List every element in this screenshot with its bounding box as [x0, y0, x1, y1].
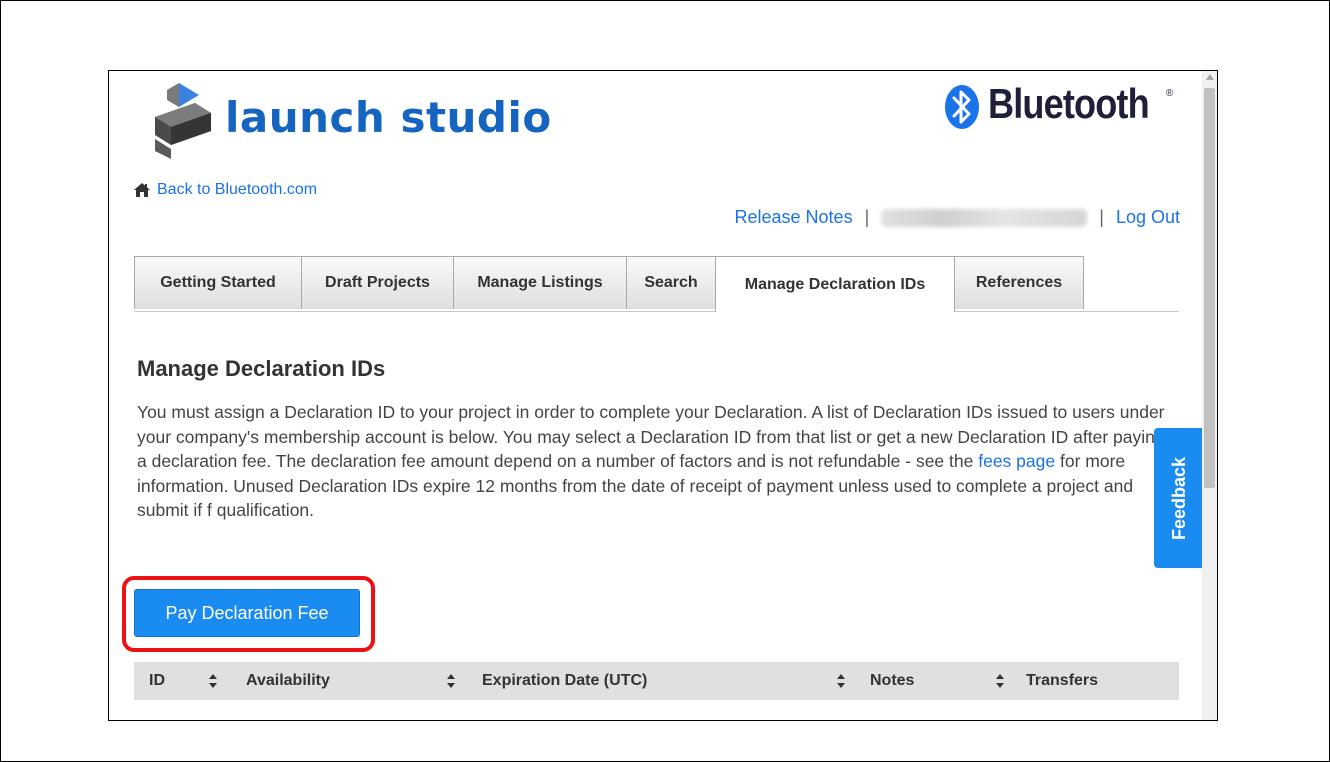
tab-draft-projects[interactable]: Draft Projects: [301, 256, 454, 309]
page-title: Manage Declaration IDs: [137, 356, 386, 381]
launch-studio-logo-icon: [155, 83, 211, 159]
release-notes-link[interactable]: Release Notes: [735, 207, 853, 228]
declaration-description: You must assign a Declaration ID to your…: [137, 400, 1167, 523]
screenshot-frame: launch studio Bluetooth ® Back to Blueto…: [0, 0, 1330, 762]
column-header-availability[interactable]: Availability: [246, 662, 330, 700]
column-header-transfers[interactable]: Transfers: [1026, 662, 1098, 700]
home-icon: [134, 183, 150, 197]
tab-search[interactable]: Search: [626, 256, 716, 309]
column-header-expiration-date[interactable]: Expiration Date (UTC): [482, 662, 647, 700]
declaration-table-header: ID Availability Expiration Date (UTC) No…: [134, 662, 1179, 700]
launch-studio-wordmark: launch studio: [225, 93, 552, 142]
feedback-label: Feedback: [1169, 456, 1190, 540]
feedback-button[interactable]: Feedback: [1154, 428, 1206, 568]
sort-icon[interactable]: [996, 674, 1004, 688]
sort-icon[interactable]: [209, 674, 217, 688]
scrollbar-thumb[interactable]: [1204, 88, 1215, 488]
account-links: Release Notes | | Log Out: [735, 207, 1181, 228]
tab-getting-started[interactable]: Getting Started: [134, 256, 302, 309]
tab-manage-listings[interactable]: Manage Listings: [453, 256, 627, 309]
vertical-scrollbar[interactable]: [1202, 71, 1217, 720]
back-to-bluetooth-link[interactable]: Back to Bluetooth.com: [133, 181, 317, 199]
tab-references[interactable]: References: [954, 256, 1084, 309]
registered-mark: ®: [1166, 88, 1174, 99]
link-separator: |: [864, 207, 870, 227]
main-tabs: Getting Started Draft Projects Manage Li…: [134, 256, 1179, 312]
tab-manage-declaration-ids[interactable]: Manage Declaration IDs: [715, 256, 955, 312]
fees-page-link[interactable]: fees page: [978, 451, 1055, 471]
pay-declaration-fee-button[interactable]: Pay Declaration Fee: [134, 589, 360, 637]
column-header-notes[interactable]: Notes: [870, 662, 914, 700]
bluetooth-wordmark: Bluetooth: [988, 80, 1150, 127]
user-name-redacted[interactable]: [881, 208, 1088, 227]
browser-viewport: launch studio Bluetooth ® Back to Blueto…: [108, 70, 1218, 721]
link-separator: |: [1099, 207, 1104, 227]
column-header-id[interactable]: ID: [149, 662, 165, 700]
back-link-label: Back to Bluetooth.com: [157, 181, 318, 198]
sort-icon[interactable]: [837, 674, 845, 688]
scroll-up-arrow-icon[interactable]: [1206, 74, 1214, 80]
log-out-link[interactable]: Log Out: [1116, 207, 1180, 228]
sort-icon[interactable]: [447, 674, 455, 688]
bluetooth-icon: [945, 85, 979, 129]
